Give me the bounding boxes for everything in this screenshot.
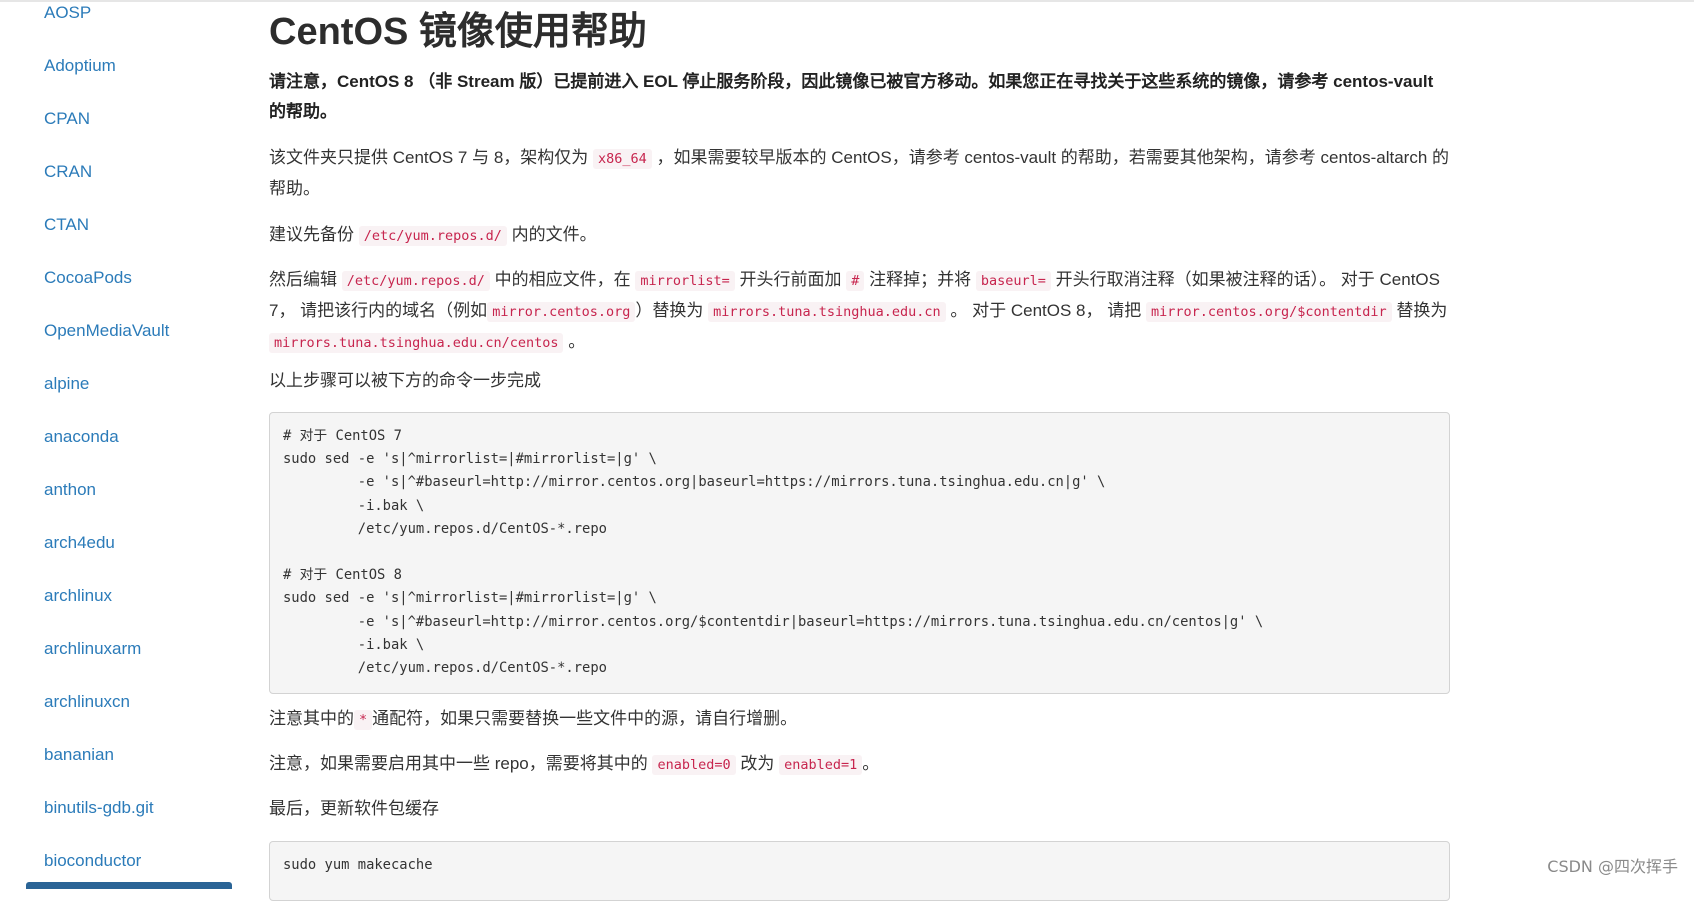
- sidebar-item-anthon[interactable]: anthon: [44, 478, 96, 502]
- paragraph-enable-repo: 注意，如果需要启用其中一些 repo，需要将其中的 enabled=0 改为 e…: [269, 754, 880, 775]
- eol-notice: 请注意，CentOS 8 （非 Stream 版）已提前进入 EOL 停止服务阶…: [269, 72, 1434, 121]
- code-block-text[interactable]: # 对于 CentOS 7 sudo sed -e 's|^mirrorlist…: [270, 413, 1449, 692]
- code-wildcard: *: [354, 710, 373, 730]
- sidebar-item-bananian[interactable]: bananian: [44, 743, 114, 767]
- sidebar-item-bioconductor[interactable]: bioconductor: [44, 849, 141, 873]
- paragraph-wildcard-note: 注意其中的 * 通配符，如果只需要替换一些文件中的源，请自行增删。: [269, 709, 798, 730]
- mirror-sidebar: AOSP Adoptium CPAN CRAN CTAN CocoaPods O…: [0, 0, 250, 889]
- sidebar-item-binutils-gdb[interactable]: binutils-gdb.git: [44, 796, 154, 820]
- top-divider: [0, 0, 1694, 2]
- sidebar-item-cran[interactable]: CRAN: [44, 160, 92, 184]
- code-hash: #: [846, 271, 865, 291]
- paragraph-architecture: 该文件夹只提供 CentOS 7 与 8，架构仅为 x86_64 ，如果需要较早…: [269, 148, 1450, 198]
- paragraph-update-cache: 最后，更新软件包缓存: [269, 799, 439, 818]
- page-title: CentOS 镜像使用帮助: [269, 11, 647, 53]
- sidebar-item-archlinuxarm[interactable]: archlinuxarm: [44, 637, 141, 661]
- code-yum-repos-dir: /etc/yum.repos.d/: [358, 226, 507, 246]
- sidebar-item-adoptium[interactable]: Adoptium: [44, 54, 116, 78]
- code-block-makecache: sudo yum makecache: [269, 841, 1450, 901]
- code-mirror-centos-org: mirror.centos.org: [487, 302, 636, 322]
- sidebar-item-cocoapods[interactable]: CocoaPods: [44, 266, 132, 290]
- sidebar-item-arch4edu[interactable]: arch4edu: [44, 531, 115, 555]
- paragraph-one-step: 以上步骤可以被下方的命令一步完成: [269, 371, 541, 390]
- code-mirrors-tuna: mirrors.tuna.tsinghua.edu.cn: [708, 302, 946, 322]
- sidebar-item-aosp[interactable]: AOSP: [44, 1, 91, 25]
- sidebar-item-ctan[interactable]: CTAN: [44, 213, 89, 237]
- code-block-text[interactable]: sudo yum makecache: [270, 842, 1449, 889]
- sidebar-item-alpine[interactable]: alpine: [44, 372, 89, 396]
- code-mirrors-tuna-centos: mirrors.tuna.tsinghua.edu.cn/centos: [269, 333, 564, 353]
- sidebar-item-openmediavault[interactable]: OpenMediaVault: [44, 319, 169, 343]
- sidebar-active-item-highlight[interactable]: [26, 882, 232, 889]
- sidebar-item-archlinux[interactable]: archlinux: [44, 584, 112, 608]
- csdn-watermark: CSDN @四次挥手: [1547, 857, 1678, 876]
- sidebar-item-cpan[interactable]: CPAN: [44, 107, 90, 131]
- sidebar-item-anaconda[interactable]: anaconda: [44, 425, 119, 449]
- code-enabled-0: enabled=0: [652, 755, 736, 775]
- code-mirror-contentdir: mirror.centos.org/$contentdir: [1145, 302, 1392, 322]
- code-enabled-1: enabled=1: [779, 755, 863, 775]
- sidebar-item-archlinuxcn[interactable]: archlinuxcn: [44, 690, 130, 714]
- code-x86-64: x86_64: [593, 149, 652, 169]
- paragraph-backup: 建议先备份 /etc/yum.repos.d/ 内的文件。: [269, 225, 597, 246]
- code-block-sed-commands: # 对于 CentOS 7 sudo sed -e 's|^mirrorlist…: [269, 412, 1450, 694]
- code-mirrorlist: mirrorlist=: [635, 271, 735, 291]
- code-yum-repos-dir: /etc/yum.repos.d/: [341, 271, 490, 291]
- paragraph-edit-instructions: 然后编辑 /etc/yum.repos.d/ 中的相应文件，在 mirrorli…: [269, 270, 1448, 353]
- code-baseurl: baseurl=: [975, 271, 1051, 291]
